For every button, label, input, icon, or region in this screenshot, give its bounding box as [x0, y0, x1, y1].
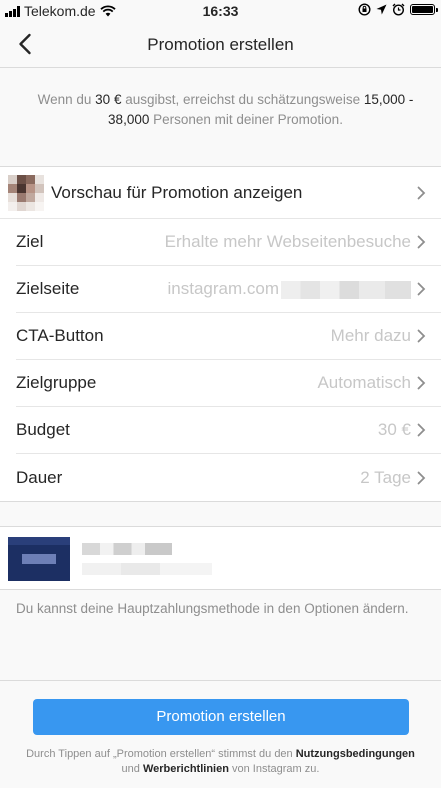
destination-value: instagram.com [168, 279, 411, 299]
card-stripe [22, 554, 56, 564]
create-promotion-button[interactable]: Promotion erstellen [33, 699, 409, 735]
audience-label: Zielgruppe [16, 373, 97, 392]
destination-url: instagram.com [167, 279, 279, 298]
credit-card-icon [8, 537, 70, 581]
terms-prefix: Durch Tippen auf „Promotion erstellen“ s… [26, 748, 296, 760]
terms-suffix: von Instagram zu. [228, 763, 320, 775]
goal-label: Ziel [16, 232, 44, 251]
cta-button-label: CTA-Button [16, 326, 104, 345]
cta-button-row[interactable]: CTA-Button Mehr dazu [16, 313, 441, 360]
cta-button-value: Mehr dazu [330, 326, 411, 345]
summary-amount: 30 € [95, 92, 122, 107]
reach-summary: Wenn du 30 € ausgibst, erreichst du schä… [28, 90, 423, 130]
goal-value: Erhalte mehr Webseitenbesuche [164, 232, 411, 251]
destination-row[interactable]: Zielseite instagram.com [16, 266, 441, 313]
redacted-card-name [82, 543, 172, 555]
terms-of-use-link[interactable]: Nutzungsbedingungen [296, 748, 415, 760]
chevron-right-icon [417, 235, 426, 249]
audience-row[interactable]: Zielgruppe Automatisch [16, 360, 441, 407]
payment-method-note: Du kannst deine Hauptzahlungsmethode in … [16, 601, 409, 616]
preview-label: Vorschau für Promotion anzeigen [51, 182, 303, 202]
rotation-lock-icon [358, 3, 371, 16]
goal-row[interactable]: Ziel Erhalte mehr Webseitenbesuche [16, 219, 441, 266]
terms-text: Durch Tippen auf „Promotion erstellen“ s… [20, 747, 421, 777]
chevron-right-icon [417, 186, 426, 199]
alarm-icon [392, 3, 405, 16]
budget-value: 30 € [377, 420, 411, 439]
battery-level [412, 6, 433, 13]
preview-promotion-row[interactable]: Vorschau für Promotion anzeigen [0, 167, 441, 219]
chevron-right-icon [417, 471, 426, 484]
payment-method-row[interactable] [0, 526, 441, 590]
terms-and: und [121, 763, 143, 775]
destination-label: Zielseite [16, 279, 80, 298]
page-title: Promotion erstellen [147, 35, 294, 54]
budget-row[interactable]: Budget 30 € [16, 407, 441, 454]
duration-row[interactable]: Dauer 2 Tage [16, 454, 441, 501]
budget-label: Budget [16, 420, 70, 439]
summary-suffix: Personen mit deiner Promotion. [149, 112, 343, 127]
redacted-card-details [82, 563, 212, 575]
summary-middle: ausgibst, erreichst du schätzungsweise [121, 92, 364, 107]
chevron-right-icon [417, 282, 426, 296]
summary-prefix: Wenn du [37, 92, 96, 107]
duration-label: Dauer [16, 467, 63, 487]
card-edge [8, 537, 70, 545]
status-right [358, 3, 438, 16]
promotion-settings-list: Vorschau für Promotion anzeigen Ziel Erh… [0, 166, 441, 502]
audience-value: Automatisch [317, 373, 411, 392]
ad-policies-link[interactable]: Werberichtlinien [143, 763, 229, 775]
back-chevron-icon[interactable] [14, 32, 38, 56]
status-bar: Telekom.de 16:33 [0, 0, 441, 22]
redacted-url-part [281, 280, 411, 299]
chevron-right-icon [417, 376, 426, 390]
battery-icon [410, 4, 438, 15]
footer: Promotion erstellen Durch Tippen auf „Pr… [0, 680, 441, 788]
duration-value: 2 Tage [360, 467, 411, 487]
post-thumbnail [8, 174, 44, 211]
location-icon [376, 4, 387, 15]
navigation-bar: Promotion erstellen [0, 22, 441, 68]
chevron-right-icon [417, 423, 426, 437]
chevron-right-icon [417, 329, 426, 343]
